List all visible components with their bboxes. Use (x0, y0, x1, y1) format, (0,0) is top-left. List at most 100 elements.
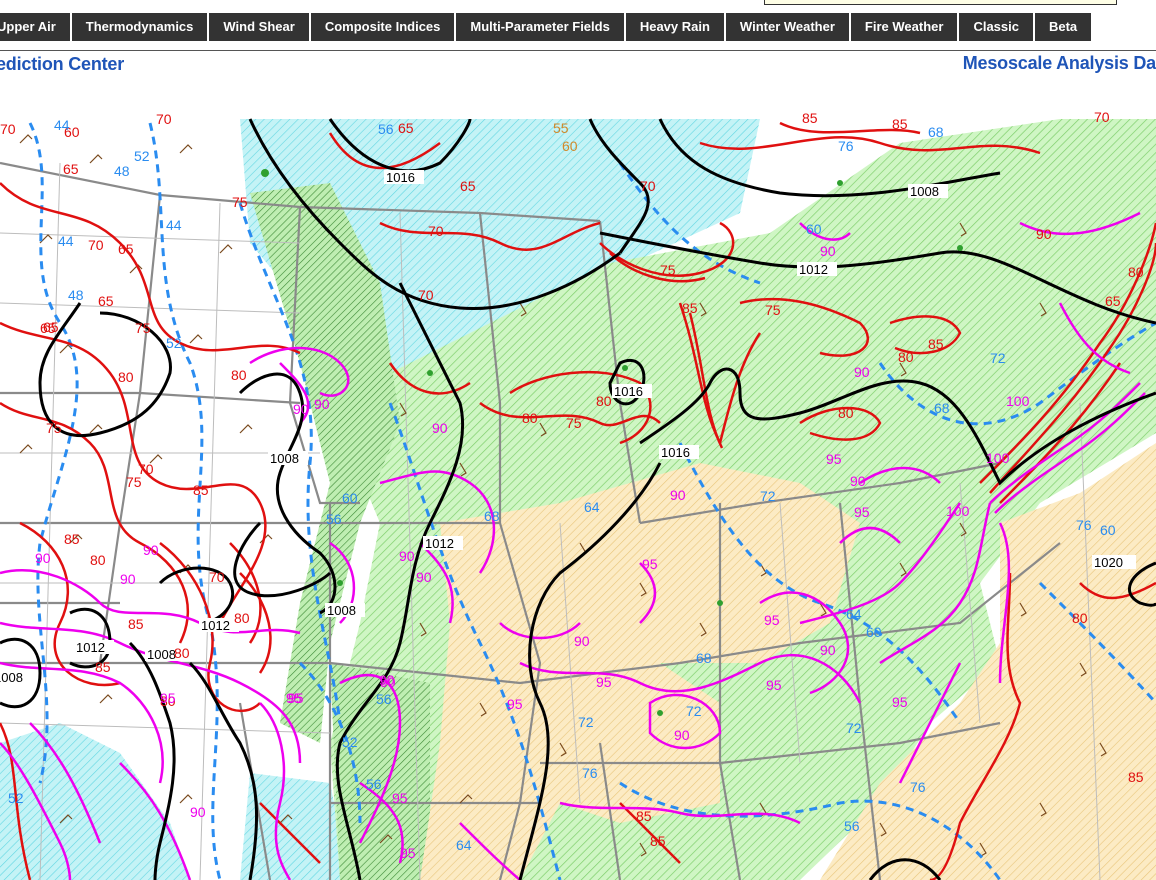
isobar-label: 1008 (910, 184, 939, 199)
temp-label: 95 (507, 696, 523, 712)
dewpoint-label: 72 (578, 714, 594, 730)
temp-label: 90 (120, 571, 136, 587)
temp-label: 80 (1072, 610, 1088, 626)
temp-label: 80 (234, 610, 250, 626)
dewpoint-label: 52 (166, 335, 182, 351)
dewpoint-label: 44 (58, 233, 74, 249)
temp-label: 65 (460, 178, 476, 194)
temp-label: 90 (820, 243, 836, 259)
nav-winter-weather[interactable]: Winter Weather (725, 13, 849, 41)
temp-label: 75 (232, 194, 248, 210)
temp-label: 65 (1105, 293, 1121, 309)
temp-label: 80 (898, 349, 914, 365)
isobar-label: 1008 (147, 647, 176, 662)
nav-composite-indices[interactable]: Composite Indices (310, 13, 455, 41)
dewpoint-label: 48 (68, 287, 84, 303)
isobar-label: 1020 (1094, 555, 1123, 570)
dewpoint-label: 76 (838, 138, 854, 154)
temp-label: 100 (1006, 393, 1030, 409)
temp-label: 80 (90, 552, 106, 568)
temp-label: 90 (190, 804, 206, 820)
temp-label: 65 (118, 241, 134, 257)
top-info-box (764, 0, 1117, 5)
temp-label: 95 (642, 556, 658, 572)
dewpoint-label: 52 (342, 734, 358, 750)
dewpoint-label: 56 (366, 776, 382, 792)
dewpoint-label: 72 (686, 703, 702, 719)
dewpoint-label: 60 (806, 221, 822, 237)
dewpoint-label: 76 (910, 779, 926, 795)
temp-label: 80 (522, 410, 538, 426)
temp-label: 90 (399, 548, 415, 564)
temp-label: 90 (380, 674, 396, 690)
temp-label: 80 (231, 367, 247, 383)
dewpoint-label: 56 (844, 818, 860, 834)
dewpoint-label: 48 (114, 163, 130, 179)
dewpoint-label: 76 (1076, 517, 1092, 533)
nav-wind-shear[interactable]: Wind Shear (209, 13, 309, 41)
temp-label: 80 (838, 405, 854, 421)
temp-label: 75 (566, 415, 582, 431)
temp-label: 95 (160, 690, 176, 706)
temp-label: 85 (892, 116, 908, 132)
nav-classic[interactable]: Classic (959, 13, 1033, 41)
dewpoint-label: 44 (166, 217, 182, 233)
dewpoint-label: 64 (846, 606, 862, 622)
temp-label: 90 (143, 542, 159, 558)
temp-label: 70 (428, 223, 444, 239)
temp-label: 70 (1094, 109, 1110, 125)
temp-label: 90 (820, 642, 836, 658)
temp-label: 90 (1036, 226, 1052, 242)
temp-label: 95 (764, 612, 780, 628)
temp-label: 90 (674, 727, 690, 743)
temp-label: 85 (95, 659, 111, 675)
map-svg: 1016 1008 1012 1016 1016 1008 1012 1008 … (0, 109, 1156, 880)
isobar-label: 1012 (425, 536, 454, 551)
temp-label: 85 (636, 808, 652, 824)
dewpoint-label: 64 (456, 837, 472, 853)
temp-label: 70 (88, 237, 104, 253)
dewpoint-label: 68 (696, 650, 712, 666)
temp-label: 85 (1128, 769, 1144, 785)
mesoscale-analysis-title[interactable]: Mesoscale Analysis Da (963, 53, 1156, 74)
temp-label: 80 (1128, 264, 1144, 280)
dewpoint-label: 72 (760, 488, 776, 504)
temp-label: 75 (660, 262, 676, 278)
mesoanalysis-map[interactable]: 1016 1008 1012 1016 1016 1008 1012 1008 … (0, 103, 1156, 880)
dewpoint-label: 72 (990, 350, 1006, 366)
temp-label: 85 (193, 482, 209, 498)
isobar-label: 1008 (0, 670, 23, 685)
temp-label: 90 (670, 487, 686, 503)
temp-label: 100 (986, 450, 1010, 466)
dewpoint-label: 68 (484, 508, 500, 524)
header-divider (0, 50, 1156, 51)
dewpoint-label: 44 (54, 117, 70, 133)
temp-label: 95 (596, 674, 612, 690)
temp-label: 85 (928, 336, 944, 352)
temp-label: 75 (46, 420, 62, 436)
temp-label: 70 (156, 111, 172, 127)
dewpoint-label: 52 (8, 790, 24, 806)
temp-label: 70 (0, 121, 16, 137)
temp-label: 95 (288, 690, 304, 706)
nav-thermodynamics[interactable]: Thermodynamics (71, 13, 208, 41)
dewpoint-label: 68 (934, 400, 950, 416)
nav-heavy-rain[interactable]: Heavy Rain (625, 13, 724, 41)
nav-multi-parameter-fields[interactable]: Multi-Parameter Fields (456, 13, 624, 41)
nav-upper-air[interactable]: Upper Air (0, 13, 70, 41)
temp-label: 75 (126, 474, 142, 490)
temp-label: 85 (650, 833, 666, 849)
nav-fire-weather[interactable]: Fire Weather (850, 13, 958, 41)
temp-label: 90 (850, 473, 866, 489)
temp-label: 70 (640, 178, 656, 194)
temp-label: 95 (854, 504, 870, 520)
temp-label: 75 (765, 302, 781, 318)
isobar-label: 1012 (76, 640, 105, 655)
temp-label: 85 (64, 531, 80, 547)
product-nav-bar: Upper Air Thermodynamics Wind Shear Comp… (0, 13, 1093, 41)
temp-label: 65 (398, 120, 414, 136)
temp-label: 85 (802, 110, 818, 126)
spc-brand-text[interactable]: ediction Center (0, 54, 124, 75)
nav-beta[interactable]: Beta (1034, 13, 1092, 41)
dewpoint-label: 72 (846, 720, 862, 736)
